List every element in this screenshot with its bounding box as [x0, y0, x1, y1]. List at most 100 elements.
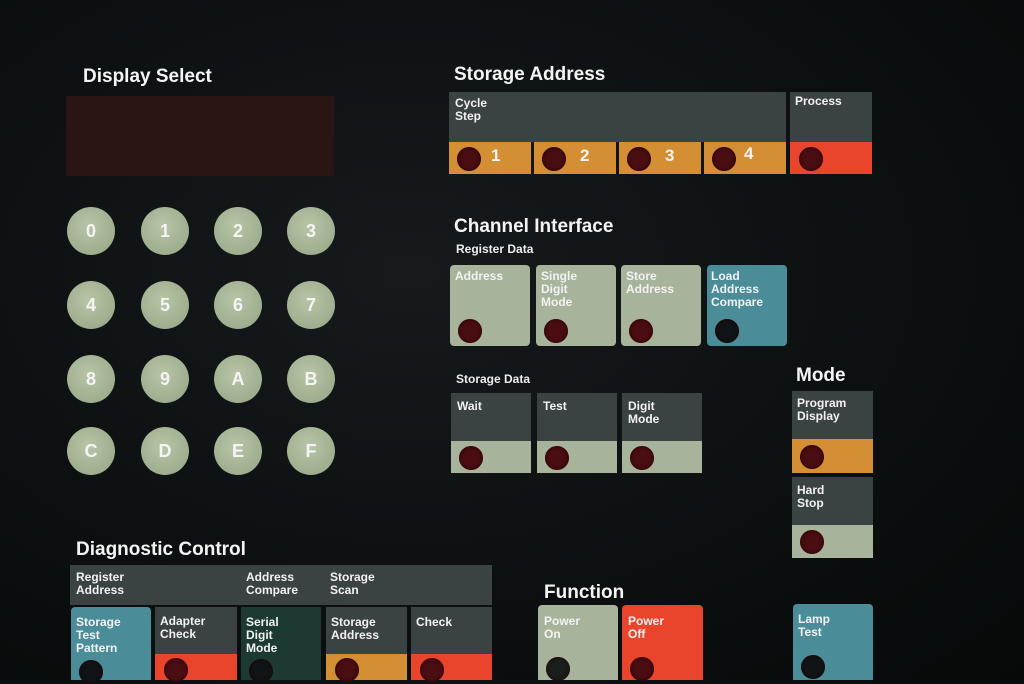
load-address-compare-button[interactable]: Load Address Compare — [707, 265, 787, 346]
serial-digit-mode-button[interactable]: Serial Digit Mode — [241, 607, 321, 683]
step-3-lamp — [627, 147, 651, 171]
single-digit-mode-lamp — [544, 319, 568, 343]
register-data-label: Register Data — [456, 242, 534, 256]
step-4-lamp — [712, 147, 736, 171]
wait-lamp — [459, 446, 483, 470]
step-1-button[interactable]: 1 — [449, 142, 531, 174]
key-e[interactable]: E — [214, 427, 262, 475]
hard-stop-button[interactable] — [792, 525, 873, 558]
key-d[interactable]: D — [141, 427, 189, 475]
step-2-lamp — [542, 147, 566, 171]
load-address-compare-label: Load Address Compare — [711, 269, 764, 309]
function-heading: Function — [544, 582, 625, 603]
step-3-label: 3 — [665, 146, 675, 165]
key-2[interactable]: 2 — [214, 207, 262, 255]
power-off-lamp — [630, 657, 654, 681]
digit-mode-label: Digit Mode — [628, 399, 660, 426]
power-off-label: Power Off — [628, 614, 665, 641]
key-f[interactable]: F — [287, 427, 335, 475]
process-panel: Process — [790, 92, 872, 142]
wait-button[interactable] — [451, 441, 531, 473]
lamp-test-button[interactable]: Lamp Test — [793, 604, 873, 680]
step-1-lamp — [457, 147, 481, 171]
check-label: Check — [416, 615, 453, 629]
step-4-label: 4 — [744, 144, 754, 163]
power-on-button[interactable]: Power On — [538, 605, 618, 681]
key-7[interactable]: 7 — [287, 281, 335, 329]
program-display-lamp — [800, 445, 824, 469]
storage-address-diag-lamp — [335, 658, 359, 682]
key-0[interactable]: 0 — [67, 207, 115, 255]
digit-mode-button[interactable] — [622, 441, 702, 473]
wait-panel: Wait — [451, 393, 531, 441]
lamp-test-lamp — [801, 655, 825, 679]
check-panel: Check — [411, 607, 492, 654]
store-address-label: Store Address — [626, 269, 675, 296]
register-address-label: Register Address — [76, 570, 125, 597]
storage-test-pattern-label: Storage Test Pattern — [76, 615, 121, 655]
program-display-button[interactable] — [792, 439, 873, 473]
power-on-lamp — [546, 657, 570, 681]
storage-address-heading: Storage Address — [454, 64, 606, 85]
diagnostic-control-heading: Diagnostic Control — [76, 539, 246, 560]
adapter-check-button[interactable] — [155, 654, 237, 682]
key-1[interactable]: 1 — [141, 207, 189, 255]
program-display-label: Program Display — [797, 396, 847, 423]
test-label: Test — [543, 399, 567, 413]
check-lamp — [420, 658, 444, 682]
program-display-panel: Program Display — [792, 391, 873, 439]
single-digit-mode-label: Single Digit Mode — [541, 269, 578, 309]
test-panel: Test — [537, 393, 617, 441]
step-3-button[interactable]: 3 — [619, 142, 701, 174]
storage-address-diag-panel: Storage Address — [326, 607, 407, 654]
key-4[interactable]: 4 — [67, 281, 115, 329]
store-address-button[interactable]: Store Address — [621, 265, 701, 346]
check-button[interactable] — [411, 654, 492, 682]
adapter-check-label: Adapter Check — [160, 614, 206, 641]
digit-mode-lamp — [630, 446, 654, 470]
lamp-test-label: Lamp Test — [798, 612, 831, 639]
diagnostic-header-panel: Register Address Address Compare Storage… — [70, 565, 492, 605]
store-address-lamp — [629, 319, 653, 343]
power-on-label: Power On — [544, 614, 581, 641]
power-off-button[interactable]: Power Off — [622, 605, 703, 681]
key-c[interactable]: C — [67, 427, 115, 475]
step-2-button[interactable]: 2 — [534, 142, 616, 174]
process-label: Process — [795, 94, 842, 108]
storage-test-pattern-button[interactable]: Storage Test Pattern — [71, 607, 151, 684]
key-8[interactable]: 8 — [67, 355, 115, 403]
address-label: Address — [455, 269, 504, 283]
storage-scan-label: Storage Scan — [330, 570, 375, 597]
digit-mode-panel: Digit Mode — [622, 393, 702, 441]
key-6[interactable]: 6 — [214, 281, 262, 329]
load-address-compare-lamp — [715, 319, 739, 343]
key-3[interactable]: 3 — [287, 207, 335, 255]
test-button[interactable] — [537, 441, 617, 473]
address-button[interactable]: Address — [450, 265, 530, 346]
serial-digit-mode-lamp — [249, 659, 273, 683]
wait-label: Wait — [457, 399, 482, 413]
key-9[interactable]: 9 — [141, 355, 189, 403]
process-button[interactable] — [790, 142, 872, 174]
adapter-check-lamp — [164, 658, 188, 682]
key-b[interactable]: B — [287, 355, 335, 403]
storage-address-diag-label: Storage Address — [331, 615, 380, 642]
channel-interface-heading: Channel Interface — [454, 216, 614, 237]
single-digit-mode-button[interactable]: Single Digit Mode — [536, 265, 616, 346]
display-window — [66, 96, 334, 176]
storage-address-diag-button[interactable] — [326, 654, 407, 682]
step-4-button[interactable]: 4 — [704, 142, 786, 174]
step-1-label: 1 — [491, 146, 501, 165]
key-5[interactable]: 5 — [141, 281, 189, 329]
cycle-step-panel: Cycle Step — [449, 92, 786, 142]
address-compare-label: Address Compare — [246, 570, 299, 597]
address-lamp — [458, 319, 482, 343]
hard-stop-label: Hard Stop — [797, 483, 825, 510]
hard-stop-lamp — [800, 530, 824, 554]
hard-stop-panel: Hard Stop — [792, 477, 873, 525]
storage-test-pattern-lamp — [79, 660, 103, 684]
storage-data-label: Storage Data — [456, 372, 531, 386]
process-lamp — [799, 147, 823, 171]
key-a[interactable]: A — [214, 355, 262, 403]
test-lamp — [545, 446, 569, 470]
